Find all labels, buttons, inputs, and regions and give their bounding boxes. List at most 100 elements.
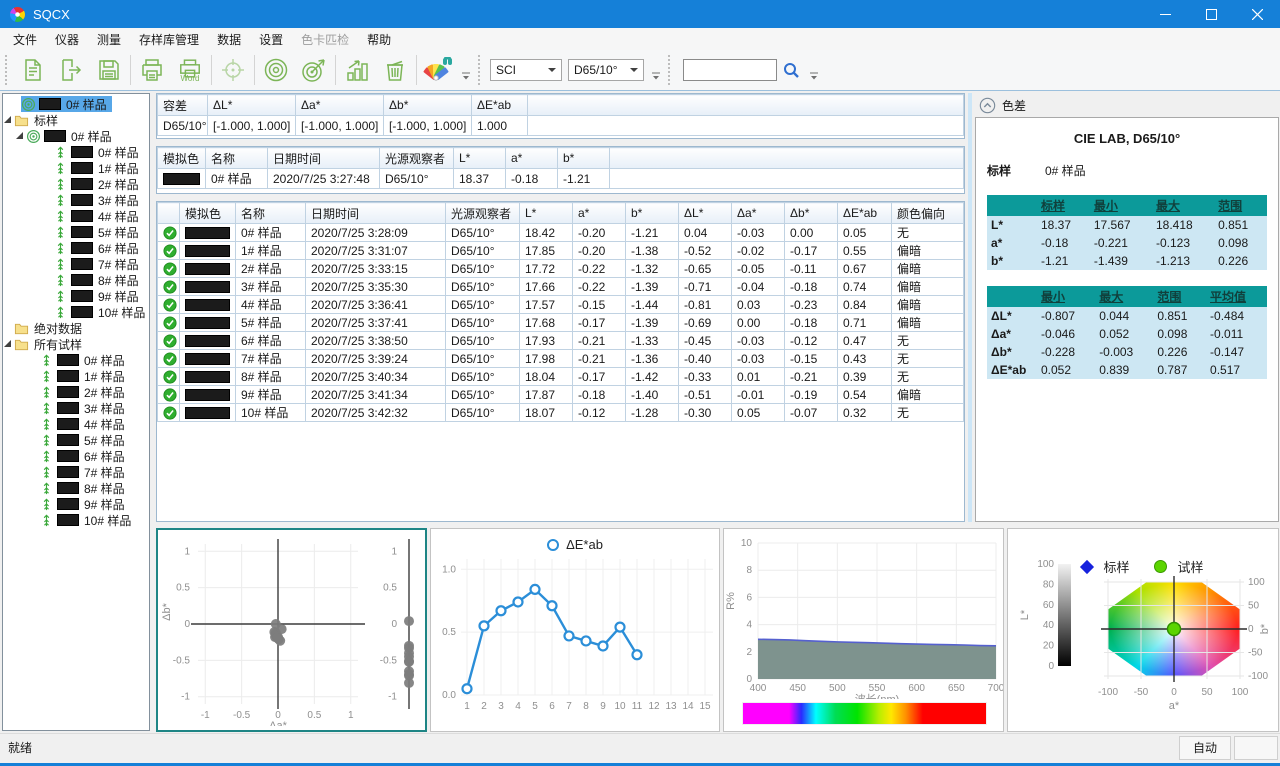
column-header[interactable]: 名称 bbox=[236, 203, 306, 224]
tree-item[interactable]: 4# 样品 bbox=[3, 208, 149, 224]
toolbar-overflow-button[interactable] bbox=[807, 55, 821, 85]
tree-folder[interactable]: 绝对数据 bbox=[3, 320, 149, 336]
tree-item[interactable]: 6# 样品 bbox=[3, 448, 149, 464]
sample-row[interactable]: 7# 样品2020/7/25 3:39:24D65/10°17.98-0.21-… bbox=[158, 350, 964, 368]
sample-row[interactable]: 5# 样品2020/7/25 3:37:41D65/10°17.68-0.17-… bbox=[158, 314, 964, 332]
tree-item[interactable]: 9# 样品 bbox=[3, 288, 149, 304]
expander-icon[interactable] bbox=[15, 131, 26, 141]
column-header[interactable]: ΔE*ab bbox=[838, 203, 892, 224]
toolbar-overflow-button[interactable] bbox=[459, 55, 473, 85]
tree-item[interactable]: 3# 样品 bbox=[3, 400, 149, 416]
new-document-button[interactable] bbox=[14, 51, 52, 89]
tree-item[interactable]: 2# 样品 bbox=[3, 384, 149, 400]
column-header[interactable]: 名称 bbox=[206, 148, 268, 169]
menu-item-6[interactable]: 设置 bbox=[250, 29, 292, 50]
toolbar-overflow-button[interactable] bbox=[649, 55, 663, 85]
delete-button[interactable] bbox=[376, 51, 414, 89]
tree-item[interactable]: 10# 样品 bbox=[3, 512, 149, 528]
column-header[interactable]: 颜色偏向 bbox=[892, 203, 964, 224]
statistics-button[interactable] bbox=[338, 51, 376, 89]
tree-item[interactable]: 4# 样品 bbox=[3, 416, 149, 432]
column-header[interactable]: 光源观察者 bbox=[380, 148, 454, 169]
tree-item[interactable]: 0# 样品 bbox=[3, 96, 149, 112]
column-header[interactable]: ΔL* bbox=[679, 203, 732, 224]
column-header[interactable]: Δa* bbox=[296, 95, 384, 116]
expander-icon[interactable] bbox=[3, 339, 14, 349]
column-header[interactable]: L* bbox=[520, 203, 573, 224]
delta-ab-scatter-chart[interactable]: -1-1-0.5-0.5000.50.511Δa*Δb*-1-0.500.51Δ… bbox=[156, 528, 427, 732]
menu-item-1[interactable]: 文件 bbox=[4, 29, 46, 50]
tree-item[interactable]: 10# 样品 bbox=[3, 304, 149, 320]
auto-mode-indicator[interactable]: 自动 bbox=[1179, 736, 1231, 760]
tree-item[interactable]: 5# 样品 bbox=[3, 432, 149, 448]
menu-item-7[interactable]: 色卡匹检 bbox=[292, 29, 358, 50]
column-header[interactable]: 光源观察者 bbox=[446, 203, 520, 224]
column-header[interactable]: b* bbox=[626, 203, 679, 224]
standard-row[interactable]: 0# 样品2020/7/25 3:27:48D65/10°18.37-0.18-… bbox=[158, 169, 964, 189]
tree-item[interactable]: 7# 样品 bbox=[3, 256, 149, 272]
measure-sample-button[interactable] bbox=[295, 51, 333, 89]
tree-item[interactable]: 9# 样品 bbox=[3, 496, 149, 512]
close-button[interactable] bbox=[1234, 0, 1280, 28]
panel-splitter[interactable] bbox=[968, 93, 972, 522]
tree-folder[interactable]: 标样 bbox=[3, 112, 149, 128]
color-card-button[interactable] bbox=[419, 51, 457, 89]
specular-mode-select[interactable]: SCI bbox=[490, 59, 562, 81]
sample-row[interactable]: 1# 样品2020/7/25 3:31:07D65/10°17.85-0.20-… bbox=[158, 242, 964, 260]
menu-item-2[interactable]: 仪器 bbox=[46, 29, 88, 50]
sample-row[interactable]: 8# 样品2020/7/25 3:40:34D65/10°18.04-0.17-… bbox=[158, 368, 964, 386]
menu-item-5[interactable]: 数据 bbox=[208, 29, 250, 50]
print-button[interactable] bbox=[133, 51, 171, 89]
tree-item[interactable]: 8# 样品 bbox=[3, 480, 149, 496]
tree-item[interactable]: 8# 样品 bbox=[3, 272, 149, 288]
save-button[interactable] bbox=[90, 51, 128, 89]
delta-e-trend-chart[interactable]: ΔE*ab 1234567891011121314150.00.51.0 bbox=[430, 528, 720, 732]
column-header[interactable]: ΔE*ab bbox=[472, 95, 528, 116]
toolbar-grip[interactable] bbox=[478, 55, 484, 85]
toolbar-grip[interactable] bbox=[5, 55, 11, 85]
calibration-button[interactable] bbox=[214, 51, 252, 89]
lab-gamut-chart[interactable]: 标样 试样 -100-50050100100500-50-100a*b*0204… bbox=[1007, 528, 1279, 732]
column-header[interactable]: Δa* bbox=[732, 203, 785, 224]
column-header[interactable]: a* bbox=[573, 203, 626, 224]
search-input[interactable] bbox=[683, 59, 777, 81]
maximize-button[interactable] bbox=[1188, 0, 1234, 28]
minimize-button[interactable] bbox=[1142, 0, 1188, 28]
column-header[interactable] bbox=[158, 203, 180, 224]
tree-item[interactable]: 1# 样品 bbox=[3, 368, 149, 384]
tree-item[interactable]: 0# 样品 bbox=[3, 128, 149, 144]
column-header[interactable]: 日期时间 bbox=[306, 203, 446, 224]
sample-row[interactable]: 9# 样品2020/7/25 3:41:34D65/10°17.87-0.18-… bbox=[158, 386, 964, 404]
collapse-icon[interactable] bbox=[979, 97, 996, 114]
tree-item[interactable]: 1# 样品 bbox=[3, 160, 149, 176]
column-header[interactable]: L* bbox=[454, 148, 506, 169]
column-header[interactable]: Δb* bbox=[384, 95, 472, 116]
tree-item[interactable]: 5# 样品 bbox=[3, 224, 149, 240]
illuminant-select[interactable]: D65/10° bbox=[568, 59, 644, 81]
measure-standard-button[interactable] bbox=[257, 51, 295, 89]
sample-row[interactable]: 3# 样品2020/7/25 3:35:30D65/10°17.66-0.22-… bbox=[158, 278, 964, 296]
menu-item-4[interactable]: 存样库管理 bbox=[130, 29, 208, 50]
word-report-button[interactable]: Word bbox=[171, 51, 209, 89]
tree-folder[interactable]: 所有试样 bbox=[3, 336, 149, 352]
sample-row[interactable]: 10# 样品2020/7/25 3:42:32D65/10°18.07-0.12… bbox=[158, 404, 964, 422]
toolbar-grip[interactable] bbox=[668, 55, 674, 85]
reflectance-chart[interactable]: 0246810400450500550600650700R%波长(nm) bbox=[723, 528, 1004, 732]
tree-item[interactable]: 2# 样品 bbox=[3, 176, 149, 192]
sample-row[interactable]: 0# 样品2020/7/25 3:28:09D65/10°18.42-0.20-… bbox=[158, 224, 964, 242]
column-header[interactable]: 模拟色 bbox=[158, 148, 206, 169]
sample-row[interactable]: 2# 样品2020/7/25 3:33:15D65/10°17.72-0.22-… bbox=[158, 260, 964, 278]
tree-item[interactable]: 7# 样品 bbox=[3, 464, 149, 480]
column-header[interactable]: 日期时间 bbox=[268, 148, 380, 169]
tree-item[interactable]: 0# 样品 bbox=[3, 352, 149, 368]
column-header[interactable]: 容差 bbox=[158, 95, 208, 116]
search-button[interactable] bbox=[777, 51, 805, 89]
column-header[interactable]: 模拟色 bbox=[180, 203, 236, 224]
column-header[interactable]: Δb* bbox=[785, 203, 838, 224]
tree-item[interactable]: 3# 样品 bbox=[3, 192, 149, 208]
column-header[interactable]: a* bbox=[506, 148, 558, 169]
column-header[interactable]: b* bbox=[558, 148, 610, 169]
export-button[interactable] bbox=[52, 51, 90, 89]
sample-row[interactable]: 6# 样品2020/7/25 3:38:50D65/10°17.93-0.21-… bbox=[158, 332, 964, 350]
tolerance-row[interactable]: D65/10°[-1.000, 1.000][-1.000, 1.000][-1… bbox=[158, 116, 964, 136]
